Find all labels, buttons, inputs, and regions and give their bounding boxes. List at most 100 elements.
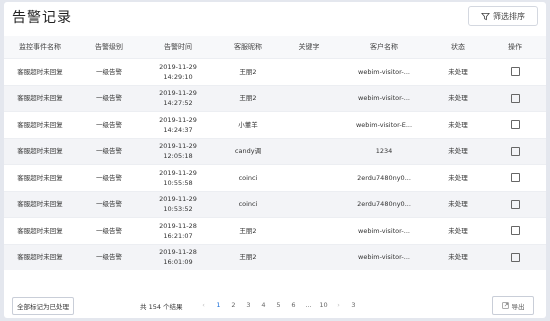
row-checkbox[interactable]	[510, 146, 520, 156]
cell-time: 2019-11-28 16:01:09	[142, 243, 214, 270]
page-3[interactable]: 3	[241, 299, 256, 311]
table-row: 客服超时未回复 一级告警 2019-11-29 12:05:18 candy调 1234 未…	[4, 137, 546, 165]
cell-action	[484, 164, 546, 191]
col-header-status: 状态	[432, 36, 484, 59]
cell-time: 2019-11-29 12:05:18	[142, 137, 214, 165]
cell-level: 一级告警	[76, 190, 142, 218]
export-label: 导出	[511, 302, 525, 311]
cell-action	[484, 84, 546, 112]
cell-time: 2019-11-29 10:55:58	[142, 164, 214, 191]
cell-customer: webim-visitor-...	[336, 84, 432, 112]
row-checkbox[interactable]	[510, 67, 520, 77]
next-page-icon[interactable]: ›	[331, 299, 346, 311]
cell-customer: 2erdu7480ny0...	[336, 190, 432, 218]
export-icon	[501, 302, 509, 309]
cell-keyword	[282, 84, 336, 112]
cell-date: 2019-11-29	[159, 168, 197, 177]
page-1[interactable]: 1	[211, 299, 226, 311]
cell-customer: 2erdu7480ny0...	[336, 164, 432, 191]
cell-action	[484, 243, 546, 270]
cell-action	[484, 111, 546, 138]
cell-clock: 14:27:52	[163, 99, 193, 108]
total-results: 共 154 个结果	[140, 303, 183, 311]
cell-event: 客服超时未回复	[4, 243, 76, 270]
table-header-row: 监控事件名称 告警级别 告警时间 客服昵称 关键字 客户名称 状态 操作	[4, 36, 546, 59]
cell-action	[484, 58, 546, 85]
cell-date: 2019-11-28	[159, 248, 197, 257]
cell-agent: 王丽2	[214, 58, 282, 85]
cell-clock: 16:21:07	[163, 231, 193, 240]
filter-icon	[481, 12, 490, 20]
cell-customer: webim-visitor-E...	[336, 111, 432, 138]
export-button[interactable]: 导出	[492, 296, 534, 315]
page-6[interactable]: 6	[286, 299, 301, 311]
cell-clock: 14:29:10	[163, 72, 193, 81]
cell-time: 2019-11-29 14:24:37	[142, 111, 214, 138]
cell-level: 一级告警	[76, 84, 142, 112]
cell-date: 2019-11-29	[159, 89, 197, 98]
pagination: ‹ 1 2 3 4 5 6 ... 10 › 3	[196, 299, 361, 311]
cell-date: 2019-11-28	[159, 221, 197, 230]
cell-agent: 王丽2	[214, 84, 282, 112]
col-header-level: 告警级别	[76, 36, 142, 59]
cell-event: 客服超时未回复	[4, 84, 76, 112]
cell-agent: 王丽2	[214, 243, 282, 270]
cell-time: 2019-11-29 14:27:52	[142, 84, 214, 112]
alert-records-card: 告警记录 筛选排序 监控事件名称 告警级别 告警时间 客服昵称 关键字 客户名称…	[4, 2, 546, 318]
row-checkbox[interactable]	[510, 120, 520, 130]
cell-agent: coinci	[214, 190, 282, 218]
row-checkbox[interactable]	[510, 93, 520, 103]
table-row: 客服超时未回复 一级告警 2019-11-29 10:55:58 coinci 2erdu…	[4, 164, 546, 191]
table-row: 客服超时未回复 一级告警 2019-11-29 14:29:10 王丽2 webim-vi…	[4, 58, 546, 85]
cell-keyword	[282, 58, 336, 85]
cell-status: 未处理	[432, 217, 484, 244]
table-row: 客服超时未回复 一级告警 2019-11-29 10:53:52 coinci 2erdu…	[4, 190, 546, 218]
col-header-time: 告警时间	[142, 36, 214, 59]
page-2[interactable]: 2	[226, 299, 241, 311]
page-5[interactable]: 5	[271, 299, 286, 311]
cell-clock: 16:01:09	[163, 258, 193, 267]
page-4[interactable]: 4	[256, 299, 271, 311]
mark-all-processed-button[interactable]: 全部标记为已处理	[12, 297, 74, 315]
cell-event: 客服超时未回复	[4, 137, 76, 165]
cell-date: 2019-11-29	[159, 142, 197, 151]
cell-status: 未处理	[432, 164, 484, 191]
cell-keyword	[282, 111, 336, 138]
cell-status: 未处理	[432, 137, 484, 165]
cell-agent: 王丽2	[214, 217, 282, 244]
cell-event: 客服超时未回复	[4, 217, 76, 244]
cell-clock: 14:24:37	[163, 125, 193, 134]
cell-time: 2019-11-28 16:21:07	[142, 217, 214, 244]
cell-status: 未处理	[432, 190, 484, 218]
page-jump-input[interactable]: 3	[346, 299, 361, 311]
cell-level: 一级告警	[76, 243, 142, 270]
cell-status: 未处理	[432, 84, 484, 112]
alert-table: 监控事件名称 告警级别 告警时间 客服昵称 关键字 客户名称 状态 操作 客服超…	[4, 36, 546, 270]
col-header-agent: 客服昵称	[214, 36, 282, 59]
row-checkbox[interactable]	[510, 226, 520, 236]
page-ellipsis[interactable]: ...	[301, 299, 316, 311]
filter-sort-button[interactable]: 筛选排序	[468, 6, 538, 26]
row-checkbox[interactable]	[510, 173, 520, 183]
cell-action	[484, 137, 546, 165]
cell-date: 2019-11-29	[159, 195, 197, 204]
page-title: 告警记录	[12, 10, 72, 26]
cell-keyword	[282, 243, 336, 270]
page-10[interactable]: 10	[316, 299, 331, 311]
cell-level: 一级告警	[76, 137, 142, 165]
row-checkbox[interactable]	[510, 199, 520, 209]
cell-agent: candy调	[214, 137, 282, 165]
table-row: 客服超时未回复 一级告警 2019-11-28 16:21:07 王丽2 webim-vi…	[4, 217, 546, 244]
filter-sort-label: 筛选排序	[493, 11, 525, 21]
cell-event: 客服超时未回复	[4, 111, 76, 138]
col-header-event: 监控事件名称	[4, 36, 76, 59]
cell-keyword	[282, 137, 336, 165]
cell-event: 客服超时未回复	[4, 190, 76, 218]
row-checkbox[interactable]	[510, 252, 520, 262]
col-header-keyword: 关键字	[282, 36, 336, 59]
prev-page-icon[interactable]: ‹	[196, 299, 211, 311]
cell-agent: 小董羊	[214, 111, 282, 138]
cell-status: 未处理	[432, 243, 484, 270]
cell-level: 一级告警	[76, 164, 142, 191]
cell-action	[484, 217, 546, 244]
